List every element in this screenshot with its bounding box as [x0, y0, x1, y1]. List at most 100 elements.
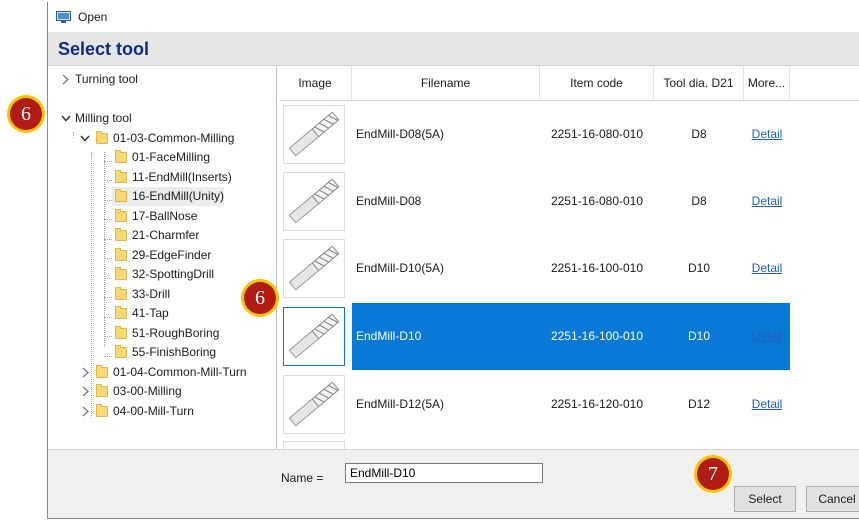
tree-item-label: 01-04-Common-Mill-Turn	[113, 365, 247, 379]
cell-tool-dia: D8	[691, 194, 707, 208]
step-marker: 7	[697, 458, 729, 490]
cell-item-code: 2251-16-100-010	[550, 261, 644, 275]
cell-item-code: 2251-16-080-010	[550, 194, 644, 208]
folder-icon	[115, 267, 127, 280]
cancel-button[interactable]: Cancel	[806, 486, 859, 512]
select-button[interactable]: Select	[734, 486, 796, 512]
chevron-right-icon[interactable]	[79, 402, 91, 421]
cell-filename: EndMill-D12(5A)	[356, 397, 445, 411]
more-cell: Detail	[744, 235, 790, 302]
tree-item-milling-tool[interactable]: Milling tool	[48, 109, 276, 128]
folder-icon	[115, 150, 127, 163]
folder-icon	[115, 287, 127, 300]
endmill-image	[288, 245, 340, 291]
tree-item-01-facemilling[interactable]: 01-FaceMilling	[48, 148, 276, 167]
tree-item-32-spottingdrill[interactable]: 32-SpottingDrill	[48, 265, 276, 284]
endmill-image	[288, 111, 340, 157]
tree-item-21-charmfer[interactable]: 21-Charmfer	[48, 226, 276, 245]
folder-icon	[115, 345, 127, 358]
open-dialog: Open Select tool Turning tool Milling to…	[47, 2, 859, 519]
cell-tool-dia: D10	[687, 261, 710, 275]
endmill-image	[288, 178, 340, 224]
more-cell: Detail	[744, 303, 790, 370]
table-row[interactable]: EndMill-D08 2251-16-080-010 D8 Detail	[279, 168, 859, 235]
tree-item-label: 04-00-Mill-Turn	[113, 404, 194, 418]
tree-item-17-ballnose[interactable]: 17-BallNose	[48, 207, 276, 226]
tree-item-03-00-milling[interactable]: 03-00-Milling	[48, 382, 276, 401]
column-header-more[interactable]: More...	[744, 66, 790, 100]
tree-item-01-04-common-mill-turn[interactable]: 01-04-Common-Mill-Turn	[48, 363, 276, 382]
more-cell: Detail	[744, 371, 790, 438]
folder-icon	[115, 306, 127, 319]
tree-item-label: 03-00-Milling	[113, 384, 182, 398]
cell-item-code: 2251-16-080-010	[550, 127, 644, 141]
tree-item-41-tap[interactable]: 41-Tap	[48, 304, 276, 323]
column-header-item-code[interactable]: Item code	[540, 66, 654, 100]
endmill-image	[288, 313, 340, 359]
tree-item-01-03-common-milling[interactable]: 01-03-Common-Milling	[48, 129, 276, 148]
tree-item-51-roughboring[interactable]: 51-RoughBoring	[48, 324, 276, 343]
cell-tool-dia: D8	[691, 127, 707, 141]
tree-item-33-drill[interactable]: 33-Drill	[48, 285, 276, 304]
tree-item-16-endmill-unity[interactable]: 16-EndMill(Unity)	[112, 187, 224, 206]
table-row-selected[interactable]: EndMill-D10 2251-16-100-010 D10 Detail	[279, 303, 859, 370]
folder-icon	[115, 228, 127, 241]
page-title: Select tool	[58, 39, 150, 59]
tree-item-29-edgefinder[interactable]: 29-EdgeFinder	[48, 246, 276, 265]
table-row[interactable]: EndMill-D10(5A) 2251-16-100-010 D10 Deta…	[279, 235, 859, 302]
chevron-down-icon[interactable]	[60, 109, 72, 128]
column-header-filename[interactable]: Filename	[352, 66, 540, 100]
detail-link[interactable]: Detail	[752, 194, 783, 208]
table-row[interactable]: EndMill-D08(5A) 2251-16-080-010 D8 Detai…	[279, 101, 859, 168]
folder-icon	[96, 365, 108, 378]
tree-item-label: 51-RoughBoring	[132, 326, 220, 340]
endmill-thumbnail	[283, 239, 345, 298]
tree-item-label: 41-Tap	[132, 306, 169, 320]
cell-filename: EndMill-D08	[356, 194, 422, 208]
tree-item-label: 17-BallNose	[132, 209, 198, 223]
detail-link[interactable]: Detail	[752, 397, 783, 411]
name-input[interactable]	[345, 463, 543, 483]
folder-icon	[96, 384, 108, 397]
folder-icon	[115, 326, 127, 339]
detail-link[interactable]: Detail	[752, 329, 783, 343]
column-header-tool-dia[interactable]: Tool dia. D21	[654, 66, 744, 100]
detail-link[interactable]: Detail	[752, 127, 783, 141]
tree-item-turning-tool[interactable]: Turning tool	[48, 70, 276, 89]
tree-item-label: 32-SpottingDrill	[132, 267, 215, 281]
chevron-down-icon[interactable]	[79, 129, 91, 148]
cell-tool-dia: D10	[687, 329, 710, 343]
folder-icon	[96, 131, 108, 144]
step-marker: 6	[244, 282, 276, 314]
column-header-image[interactable]: Image	[279, 66, 352, 100]
tree-item-label: 55-FinishBoring	[132, 345, 217, 359]
folder-icon	[115, 170, 127, 183]
window-app-icon	[56, 11, 71, 23]
tree-item-04-00-mill-turn[interactable]: 04-00-Mill-Turn	[48, 402, 276, 421]
window-title: Open	[78, 10, 108, 24]
tree-item-label: Turning tool	[75, 72, 138, 86]
more-cell: Detail	[744, 101, 790, 168]
table-row[interactable]: EndMill-D12(5A) 2251-16-120-010 D12 Deta…	[279, 371, 859, 438]
folder-icon	[115, 209, 127, 222]
tree-item-11-endmill-inserts[interactable]: 11-EndMill(Inserts)	[48, 168, 276, 187]
endmill-thumbnail	[283, 172, 345, 231]
step-marker: 6	[10, 98, 42, 130]
chevron-right-icon[interactable]	[79, 382, 91, 401]
cell-filename: EndMill-D08(5A)	[356, 127, 445, 141]
tool-tree[interactable]: Turning tool Milling tool 01-03-Common-M…	[48, 66, 277, 449]
bottom-bar: Name = Select Cancel	[48, 449, 859, 518]
detail-link[interactable]: Detail	[752, 261, 783, 275]
cell-filename: EndMill-D10	[356, 329, 422, 343]
tree-item-label: 11-EndMill(Inserts)	[132, 170, 232, 184]
tool-table[interactable]: Image Filename Item code Tool dia. D21 M…	[279, 66, 859, 449]
endmill-thumbnail	[283, 375, 345, 434]
tree-item-55-finishboring[interactable]: 55-FinishBoring	[48, 343, 276, 362]
more-cell: Detail	[744, 168, 790, 235]
chevron-right-icon[interactable]	[60, 70, 72, 89]
tree-item-label: 16-EndMill(Unity)	[132, 189, 225, 203]
tree-item-label: 21-Charmfer	[132, 228, 200, 242]
endmill-thumbnail	[283, 105, 345, 164]
chevron-right-icon[interactable]	[79, 363, 91, 382]
table-header: Image Filename Item code Tool dia. D21 M…	[279, 66, 859, 101]
